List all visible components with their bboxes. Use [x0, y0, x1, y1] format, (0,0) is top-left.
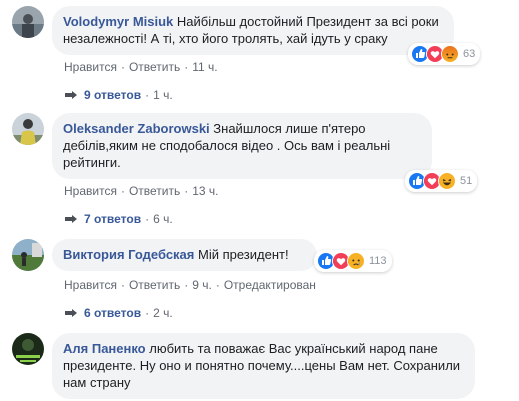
like-button[interactable]: Нравится [64, 184, 117, 198]
sad-icon [347, 252, 365, 270]
comment-actions: Нравится · Ответить · 9 ч. · Отредактирован [64, 278, 316, 292]
like-button[interactable]: Нравится [64, 278, 117, 292]
angry-icon [441, 45, 459, 63]
replies-time: 1 ч. [153, 88, 173, 102]
reaction-summary[interactable]: 113 [314, 250, 392, 272]
comment-bubble: Аля Паненко любить та поважає Вас україн… [52, 333, 475, 399]
replies-link[interactable]: 7 ответов · 6 ч. [64, 212, 173, 226]
reaction-count: 51 [460, 175, 473, 187]
comment-author[interactable]: Oleksander Zaborowski [63, 121, 210, 136]
replies-count[interactable]: 9 ответов [84, 88, 141, 102]
reaction-count: 63 [463, 48, 476, 60]
replies-time: 6 ч. [153, 212, 173, 226]
reaction-summary[interactable]: 63 [408, 43, 481, 65]
comment-timestamp[interactable]: 13 ч. [192, 184, 218, 198]
replies-time: 2 ч. [153, 306, 173, 320]
reply-button[interactable]: Ответить [129, 278, 180, 292]
avatar[interactable] [12, 239, 44, 271]
like-button[interactable]: Нравится [64, 60, 117, 74]
edited-label: Отредактирован [223, 278, 316, 292]
comment-author[interactable]: Volodymyr Misiuk [63, 14, 173, 29]
comment-timestamp[interactable]: 9 ч. [192, 278, 212, 292]
replies-link[interactable]: 9 ответов · 1 ч. [64, 88, 173, 102]
comment-text: Мій президент! [198, 247, 289, 262]
comment-actions: Нравится · Ответить · 13 ч. [64, 184, 219, 198]
comment-bubble: Oleksander Zaborowski Знайшлося лише п'я… [52, 113, 432, 179]
comment-timestamp[interactable]: 11 ч. [192, 60, 217, 74]
comment-bubble: Volodymyr Misiuk Найбільш достойний През… [52, 6, 454, 55]
reply-button[interactable]: Ответить [129, 184, 180, 198]
reply-arrow-icon [65, 215, 77, 223]
reaction-count: 113 [369, 255, 387, 267]
avatar[interactable] [12, 113, 44, 145]
replies-count[interactable]: 6 ответов [84, 306, 141, 320]
comment-bubble: Виктория Годебская Мій президент! [52, 239, 317, 271]
comment-author[interactable]: Виктория Годебская [63, 247, 194, 262]
replies-count[interactable]: 7 ответов [84, 212, 141, 226]
reply-button[interactable]: Ответить [129, 60, 180, 74]
avatar[interactable] [12, 6, 44, 38]
reply-arrow-icon [65, 91, 77, 99]
reply-arrow-icon [65, 309, 77, 317]
haha-icon [438, 172, 456, 190]
avatar[interactable] [12, 333, 44, 365]
comment-actions: Нравится · Ответить · 11 ч. [64, 60, 218, 74]
replies-link[interactable]: 6 ответов · 2 ч. [64, 306, 173, 320]
reaction-summary[interactable]: 51 [405, 170, 478, 192]
comment-author[interactable]: Аля Паненко [63, 341, 146, 356]
